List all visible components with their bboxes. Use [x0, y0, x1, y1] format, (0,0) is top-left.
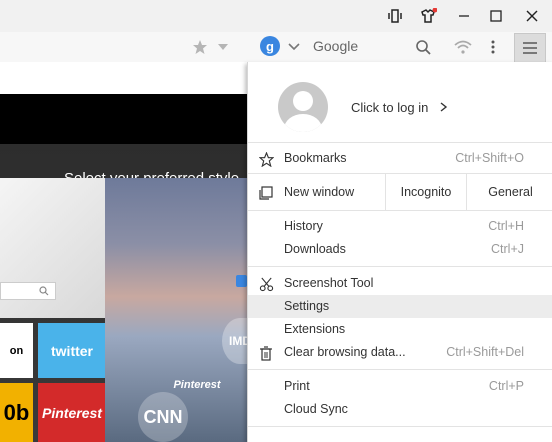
preview-search-box — [0, 282, 56, 300]
vibrate-icon[interactable] — [380, 4, 410, 28]
menu-item-bookmarks[interactable]: Bookmarks Ctrl+Shift+O — [248, 147, 552, 170]
skin-icon[interactable] — [413, 4, 443, 28]
menu-item-extensions[interactable]: Extensions — [248, 318, 552, 341]
menu-item-clear-data[interactable]: Clear browsing data... Ctrl+Shift+Del — [248, 341, 552, 364]
engine-chevron-icon[interactable] — [287, 41, 301, 53]
menu-item-screenshot[interactable]: Screenshot Tool — [248, 272, 552, 295]
tile-pinterest-photo: Pinterest — [173, 379, 221, 391]
tile-twitter[interactable]: twitter — [38, 323, 106, 378]
menu-item-print[interactable]: Print Ctrl+P — [248, 375, 552, 398]
avatar[interactable] — [278, 82, 328, 132]
trash-icon — [257, 344, 275, 362]
login-link[interactable]: Click to log in — [351, 100, 448, 115]
more-vert-icon[interactable] — [486, 38, 500, 56]
menu-item-history[interactable]: History Ctrl+H — [248, 215, 552, 238]
menu-icon[interactable] — [514, 33, 546, 63]
menu-item-downloads[interactable]: Downloads Ctrl+J — [248, 238, 552, 261]
wifi-icon[interactable] — [452, 38, 474, 56]
close-icon[interactable] — [517, 4, 547, 28]
address-bar[interactable] — [0, 32, 250, 62]
search-icon[interactable] — [413, 37, 433, 57]
bookmark-star-icon — [257, 150, 275, 168]
tile-partial[interactable]: on — [0, 323, 33, 378]
maximize-icon[interactable] — [481, 4, 511, 28]
minimize-icon[interactable] — [449, 4, 479, 28]
search-engine-icon[interactable]: g — [260, 36, 280, 56]
chevron-down-icon[interactable] — [216, 41, 230, 53]
scissors-icon — [257, 275, 275, 293]
star-icon[interactable] — [191, 38, 209, 56]
incognito-button[interactable]: Incognito — [385, 174, 466, 210]
search-input[interactable]: Google — [313, 38, 358, 54]
tile-partial-yellow[interactable]: 0b — [0, 383, 33, 442]
new-window-icon — [257, 184, 275, 202]
general-button[interactable]: General — [466, 174, 552, 210]
tile-pinterest[interactable]: Pinterest — [38, 383, 106, 442]
main-menu: Click to log in Bookmarks Ctrl+Shift+O N… — [247, 62, 552, 442]
title-bar — [0, 0, 552, 32]
tile-cnn[interactable]: CNN — [138, 392, 188, 442]
menu-item-settings[interactable]: Settings — [248, 295, 552, 318]
page-badge-icon — [236, 275, 247, 287]
toolbar: g Google — [0, 32, 552, 63]
menu-item-cloud-sync[interactable]: Cloud Sync — [248, 398, 552, 421]
